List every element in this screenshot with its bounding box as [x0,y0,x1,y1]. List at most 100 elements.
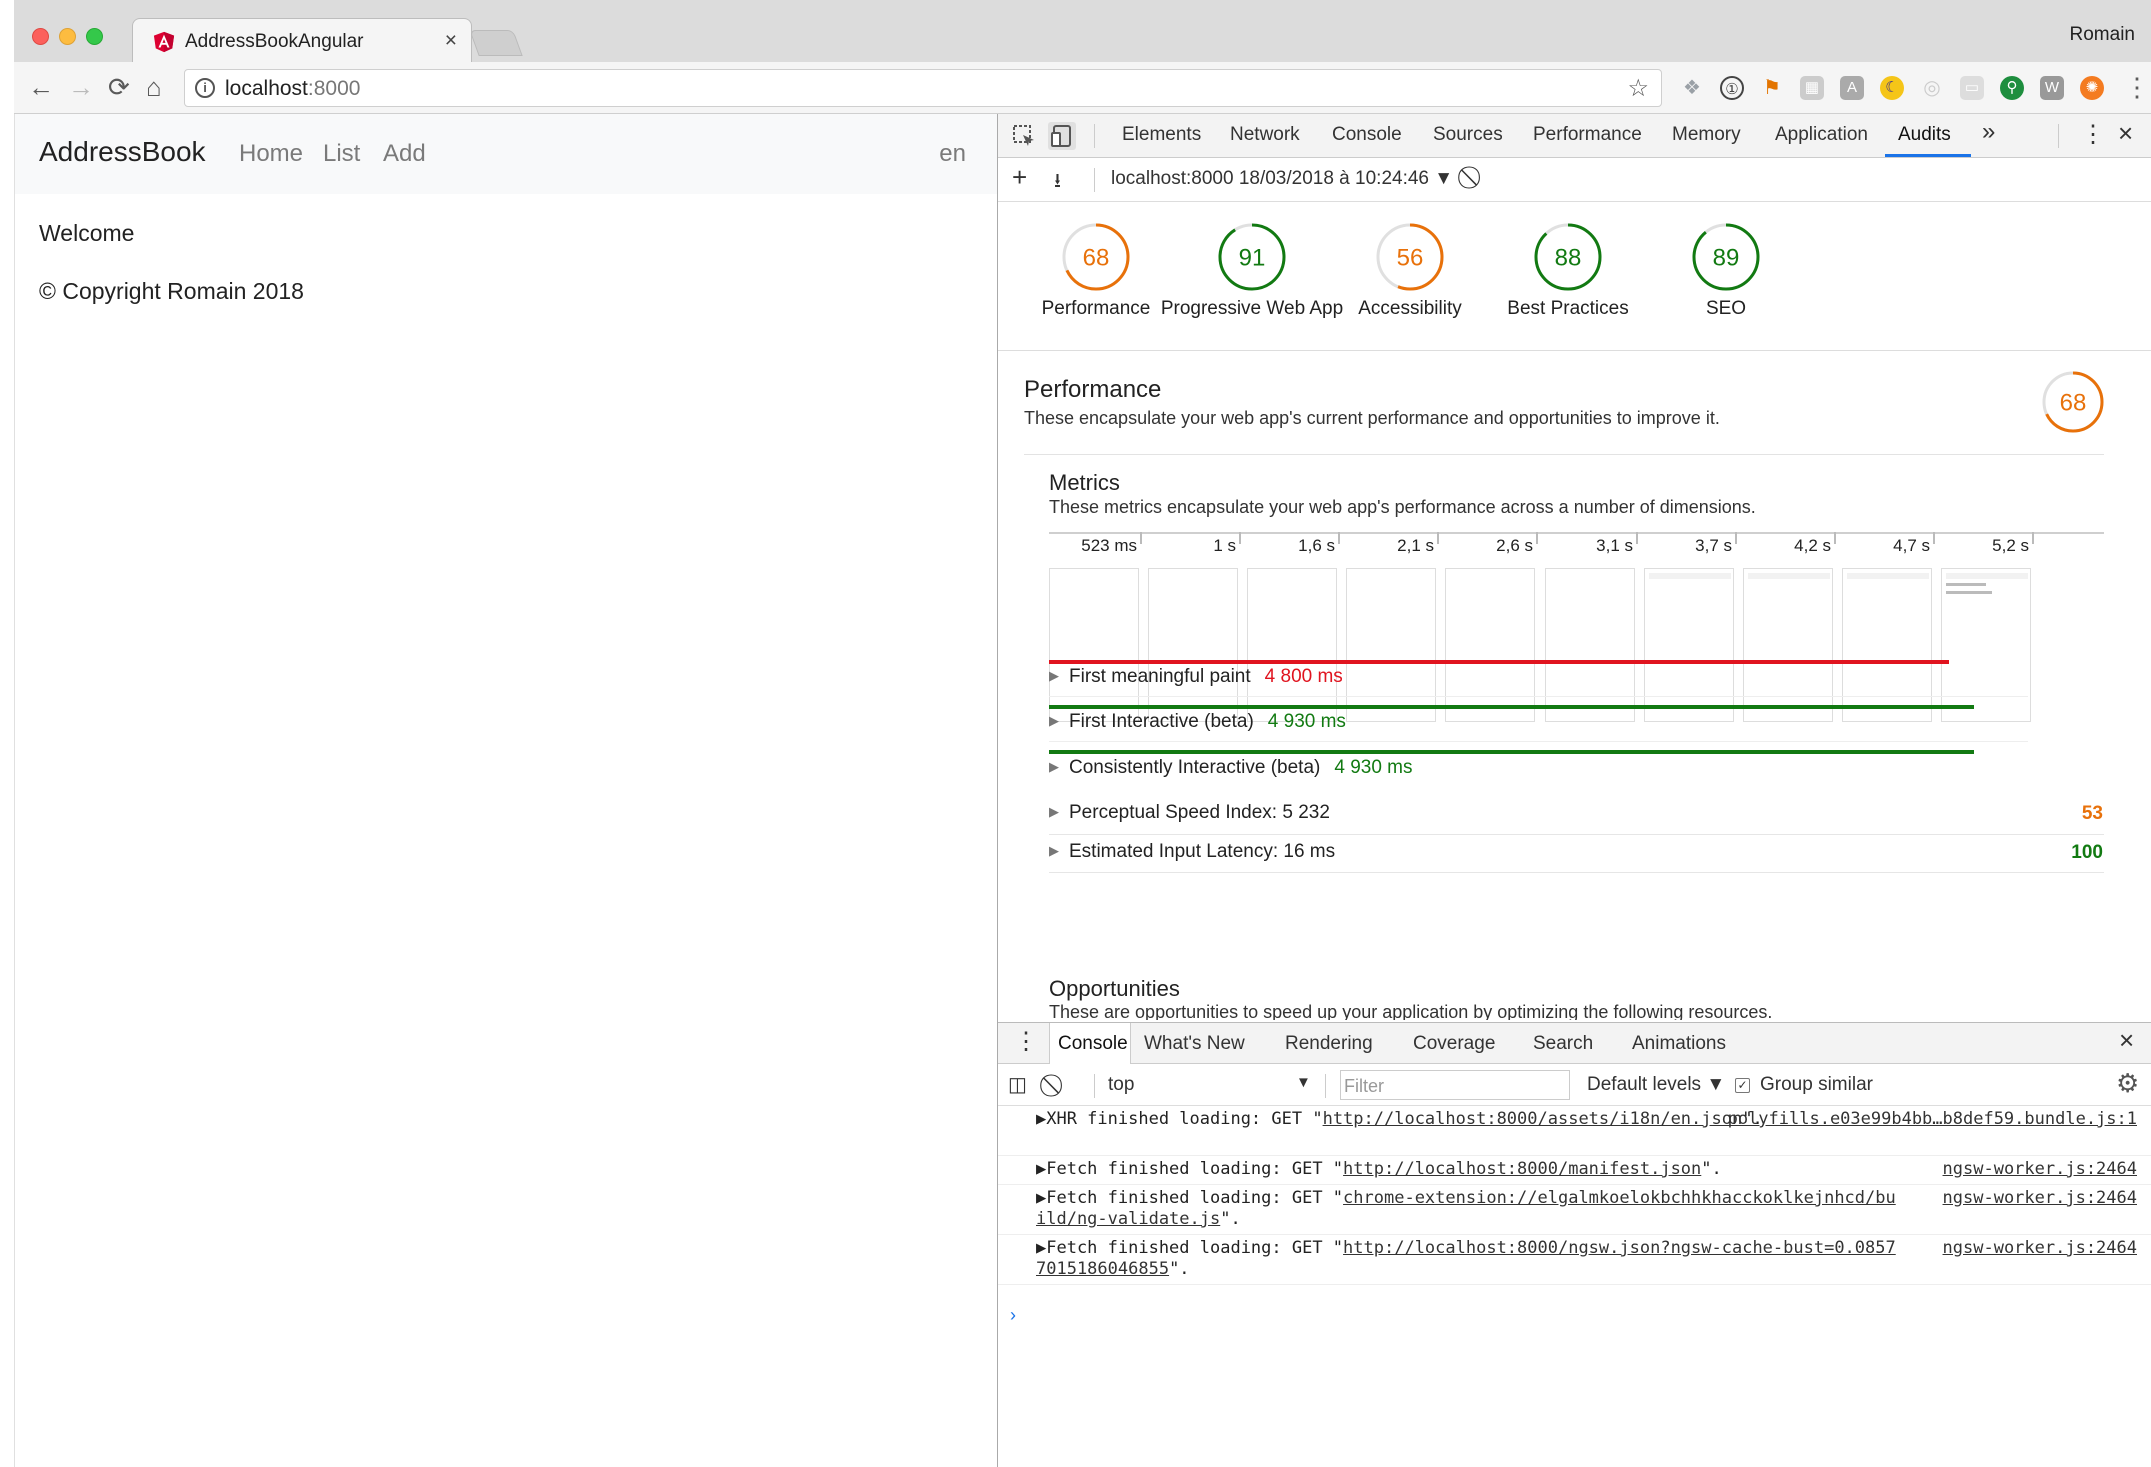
devtools-panel: Elements Network Console Sources Perform… [997,114,2151,1467]
metric-first-interactive[interactable]: ▶ First Interactive (beta) 4 930 ms [1049,711,1346,733]
tab-close-icon[interactable]: × [445,29,457,53]
log-source-link[interactable]: ngsw-worker.js:2464 [1943,1188,2137,1209]
more-tabs-icon[interactable]: » [1982,118,1995,146]
profile-name[interactable]: Romain [2070,24,2135,46]
wappalyzer-icon[interactable]: W [2040,76,2064,100]
tab-performance[interactable]: Performance [1533,124,1642,146]
score-gauge[interactable]: 91 [1217,222,1287,292]
first-meaningful-paint-bar [1049,660,1949,664]
grid-extension-icon[interactable]: ▦ [1800,76,1824,100]
log-source-link[interactable]: ngsw-worker.js:2464 [1943,1238,2137,1259]
log-levels-dropdown[interactable]: Default levels ▼ [1587,1074,1725,1096]
reload-icon[interactable]: ⟳ [108,72,130,103]
console-log-entry[interactable]: ▶Fetch finished loading: GET "http://loc… [998,1156,2151,1185]
tab-network[interactable]: Network [1230,124,1300,146]
language-selector[interactable]: en [939,140,966,168]
score-gauge[interactable]: 88 [1533,222,1603,292]
tab-elements[interactable]: Elements [1122,124,1201,146]
nav-home-link[interactable]: Home [239,140,303,168]
search-extension-icon[interactable]: ⚲ [2000,76,2024,100]
console-log-entry[interactable]: ▶XHR finished loading: GET "http://local… [998,1106,2151,1156]
filmstrip-time-label: 3,1 s [1596,536,1633,555]
nav-add-link[interactable]: Add [383,140,426,168]
group-similar-checkbox[interactable]: ✓ [1735,1078,1750,1093]
browser-tab[interactable]: AddressBookAngular × [132,18,472,64]
filmstrip-time-label: 2,6 s [1496,536,1533,555]
filmstrip-frame [1743,568,1833,722]
filmstrip-frame [1445,568,1535,722]
inspect-element-icon[interactable] [1010,122,1038,150]
console-prompt[interactable]: › [1010,1305,1016,1326]
metric-estimated-input-latency[interactable]: ▶ Estimated Input Latency: 16 ms [1049,841,1335,863]
console-sidebar-icon[interactable]: ◫ [1008,1072,1027,1097]
log-source-link[interactable]: polyfills.e03e99b4bb…b8def59.bundle.js:1 [1728,1109,2137,1130]
divider [1094,168,1095,192]
tab-application[interactable]: Application [1775,124,1868,146]
close-drawer-icon[interactable]: × [2119,1025,2134,1056]
score-gauge[interactable]: 89 [1691,222,1761,292]
drawer-tab-search[interactable]: Search [1533,1033,1593,1055]
filmstrip-tick [1636,532,1638,544]
console-settings-gear-icon[interactable]: ⚙ [2116,1068,2139,1099]
metric-first-meaningful-paint[interactable]: ▶ First meaningful paint 4 800 ms [1049,666,1343,688]
bookmark-star-icon[interactable]: ☆ [1627,74,1649,103]
app-navbar: AddressBook Home List Add en [15,114,998,194]
night-mode-icon[interactable]: ☾ [1880,76,1904,100]
drawer-tab-rendering[interactable]: Rendering [1285,1033,1373,1055]
drawer-tab-coverage[interactable]: Coverage [1413,1033,1495,1055]
log-url-link[interactable]: http://localhost:8000/assets/i18n/en.jso… [1323,1109,1743,1129]
tab-sources[interactable]: Sources [1433,124,1503,146]
app-brand[interactable]: AddressBook [39,136,206,168]
drawer-menu-icon[interactable]: ⋮ [1014,1027,1038,1056]
drawer-tab-console[interactable]: Console [1058,1033,1128,1055]
console-log-entry[interactable]: ▶Fetch finished loading: GET "chrome-ext… [998,1185,2151,1235]
browser-menu-icon[interactable]: ⋮ [2124,72,2150,103]
metric-perceptual-speed-index[interactable]: ▶ Perceptual Speed Index: 5 232 [1049,802,1330,824]
context-dropdown-arrow-icon[interactable]: ▼ [1296,1074,1311,1091]
back-arrow-icon[interactable]: ← [28,72,54,103]
devtools-menu-icon[interactable]: ⋮ [2081,120,2105,149]
close-window-button[interactable] [32,28,49,45]
forward-arrow-icon[interactable]: → [68,72,94,103]
refresh-extension-icon[interactable]: ◎ [1920,76,1944,100]
filmstrip-frame [1941,568,2031,722]
new-audit-icon[interactable]: + [1012,162,1027,193]
divider [2058,124,2059,148]
web-vitals-icon[interactable]: ✺ [2080,76,2104,100]
tab-console[interactable]: Console [1332,124,1402,146]
home-icon[interactable]: ⌂ [146,72,162,103]
tab-audits[interactable]: Audits [1898,124,1951,146]
context-selector[interactable]: top [1108,1074,1134,1096]
tab-memory[interactable]: Memory [1672,124,1741,146]
frame-thumbnail-content [1946,573,2028,579]
log-source-link[interactable]: ngsw-worker.js:2464 [1943,1159,2137,1180]
score-gauge[interactable]: 68 [1061,222,1131,292]
filmstrip-time-label: 1 s [1213,536,1236,555]
console-log-entry[interactable]: ▶Fetch finished loading: GET "http://loc… [998,1235,2151,1285]
audit-run-selector[interactable]: localhost:8000 18/03/2018 à 10:24:46 ▼ [1111,168,1453,190]
metric-consistently-interactive[interactable]: ▶ Consistently Interactive (beta) 4 930 ms [1049,757,1413,779]
site-info-icon[interactable]: i [195,78,215,98]
filmstrip-axis [1049,532,2104,534]
new-tab-button[interactable] [469,30,523,56]
log-url-link[interactable]: http://localhost:8000/manifest.json [1343,1159,1701,1179]
nav-list-link[interactable]: List [323,140,360,168]
address-bar[interactable]: i localhost:8000 ☆ [184,69,1662,107]
cast-extension-icon[interactable]: ▭ [1960,76,1984,100]
bookmark-extension-icon[interactable]: ⚑ [1760,76,1784,100]
onepassword-extension-icon[interactable]: ① [1720,76,1744,100]
device-toolbar-icon[interactable] [1048,122,1076,150]
download-report-icon[interactable]: ⭳ [1054,166,1061,200]
minimize-window-button[interactable] [59,28,76,45]
opportunities-description: These are opportunities to speed up your… [1049,1002,1773,1020]
drawer-tab-whats-new[interactable]: What's New [1144,1033,1245,1055]
dropbox-extension-icon[interactable]: ❖ [1680,76,1704,100]
close-devtools-icon[interactable]: × [2118,118,2133,149]
maximize-window-button[interactable] [86,28,103,45]
perceptual-speed-index-score: 53 [2081,803,2103,824]
angular-augury-icon[interactable]: A [1840,76,1864,100]
score-label[interactable]: SEO [1596,298,1856,320]
drawer-tab-animations[interactable]: Animations [1632,1033,1726,1055]
url-text[interactable]: localhost:8000 [225,77,360,101]
score-gauge[interactable]: 56 [1375,222,1445,292]
